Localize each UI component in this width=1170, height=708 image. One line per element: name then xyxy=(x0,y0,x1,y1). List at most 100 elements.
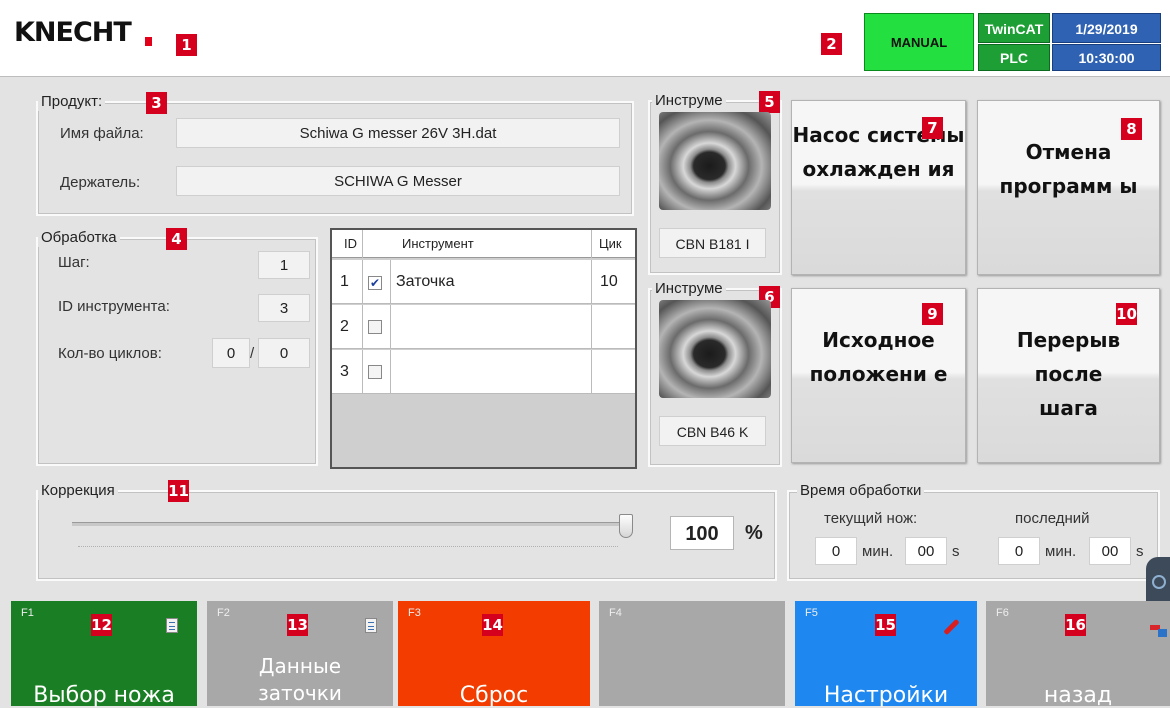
tool2-title: Инструме xyxy=(652,280,726,298)
col-header-cycles: Цик xyxy=(599,236,622,251)
tool1-label: CBN B181 I xyxy=(659,228,766,258)
col-divider xyxy=(390,350,391,394)
row-id: 3 xyxy=(340,363,349,380)
marker-9: 9 xyxy=(922,303,943,325)
marker-8: 8 xyxy=(1121,118,1142,140)
f2-number: F2 xyxy=(217,607,230,619)
col-divider xyxy=(591,260,592,304)
current-knife-label: текущий нож: xyxy=(824,510,918,527)
row-checkbox[interactable] xyxy=(368,365,382,379)
product-title: Продукт: xyxy=(38,93,106,111)
tool-id-field[interactable]: 3 xyxy=(258,294,310,322)
tool2-image xyxy=(659,300,771,398)
marker-12: 12 xyxy=(91,614,112,636)
wrench-icon xyxy=(943,618,960,636)
plc-status: PLC xyxy=(978,44,1050,71)
correction-unit: % xyxy=(745,522,763,544)
step-label: Шаг: xyxy=(58,254,90,271)
side-tab-glyph xyxy=(1152,575,1166,589)
f6-label: назад xyxy=(1043,683,1113,708)
cycles-label: Кол-во циклов: xyxy=(58,345,162,362)
col-divider xyxy=(362,350,363,394)
f2-label: Данные заточки xyxy=(258,654,342,705)
back-arrow-base xyxy=(1158,629,1167,637)
f3-label: Сброс xyxy=(459,683,529,708)
process-time-group xyxy=(787,490,1160,581)
current-min-field: 0 xyxy=(815,537,857,565)
col-divider xyxy=(591,230,592,258)
f4-number: F4 xyxy=(609,607,622,619)
col-divider xyxy=(362,230,363,258)
marker-7: 7 xyxy=(922,117,943,139)
row-checkbox-checked[interactable]: ✔ xyxy=(368,276,382,290)
marker-2: 2 xyxy=(821,33,842,55)
f5-number: F5 xyxy=(805,607,818,619)
f6-number: F6 xyxy=(996,607,1009,619)
marker-16: 16 xyxy=(1065,614,1086,636)
col-header-tool: Инструмент xyxy=(402,236,474,251)
twincat-status: TwinCAT xyxy=(978,13,1050,43)
correction-value[interactable]: 100 xyxy=(670,516,734,550)
tool2-label: CBN B46 K xyxy=(659,416,766,446)
back-arrow-icon xyxy=(1148,619,1168,637)
correction-slider-track[interactable] xyxy=(72,522,628,526)
tool-table: ID Инструмент Цик 1 ✔ Заточка 10 2 3 xyxy=(330,228,637,469)
marker-1: 1 xyxy=(176,34,197,56)
marker-11: 11 xyxy=(168,480,189,502)
table-row[interactable]: 3 xyxy=(332,350,635,394)
last-label: последний xyxy=(1015,510,1090,527)
pause-after-step-label: Перерыв после шага xyxy=(1016,328,1121,420)
correction-group xyxy=(36,490,777,581)
home-position-label: Исходное положени е xyxy=(809,328,948,386)
row-cycles: 10 xyxy=(600,273,618,290)
holder-label: Держатель: xyxy=(60,174,141,191)
current-sec-field: 00 xyxy=(905,537,947,565)
marker-14: 14 xyxy=(482,614,503,636)
col-header-id: ID xyxy=(344,236,357,251)
file-label: Имя файла: xyxy=(60,125,144,142)
f5-label: Настройки xyxy=(823,683,949,708)
col-divider xyxy=(362,260,363,304)
last-sec-field: 00 xyxy=(1089,537,1131,565)
file-field[interactable]: Schiwa G messer 26V 3H.dat xyxy=(176,118,620,148)
marker-13: 13 xyxy=(287,614,308,636)
cycles-total-field[interactable]: 0 xyxy=(258,338,310,368)
marker-4: 4 xyxy=(166,228,187,250)
table-row[interactable]: 1 ✔ Заточка 10 xyxy=(332,260,635,304)
document-icon xyxy=(365,618,377,633)
row-id: 2 xyxy=(340,318,349,335)
step-field[interactable]: 1 xyxy=(258,251,310,279)
row-id: 1 xyxy=(340,273,349,290)
last-min-unit: мин. xyxy=(1045,543,1077,560)
tool1-title: Инструме xyxy=(652,92,726,110)
col-divider xyxy=(390,305,391,349)
f4-button[interactable]: F4 xyxy=(599,601,785,706)
holder-field[interactable]: SCHIWA G Messer xyxy=(176,166,620,196)
current-sec-unit: s xyxy=(952,543,960,560)
row-tool-name: Заточка xyxy=(396,273,455,290)
cycles-current-field[interactable]: 0 xyxy=(212,338,250,368)
time-display: 10:30:00 xyxy=(1052,44,1161,71)
last-sec-unit: s xyxy=(1136,543,1144,560)
document-icon xyxy=(166,618,178,633)
slider-ticks xyxy=(78,546,618,547)
cancel-program-label: Отмена программ ы xyxy=(999,140,1138,198)
table-row[interactable]: 2 xyxy=(332,305,635,349)
correction-slider-thumb[interactable] xyxy=(619,514,633,538)
tool-id-label: ID инструмента: xyxy=(58,298,170,315)
cycles-separator: / xyxy=(250,345,255,362)
f1-number: F1 xyxy=(21,607,34,619)
logo-red-mark xyxy=(145,37,152,46)
f3-number: F3 xyxy=(408,607,421,619)
row-checkbox[interactable] xyxy=(368,320,382,334)
tool-table-header: ID Инструмент Цик xyxy=(332,230,635,258)
f1-label: Выбор ножа xyxy=(33,683,175,708)
mode-indicator[interactable]: MANUAL xyxy=(864,13,974,71)
processing-title: Обработка xyxy=(38,229,120,247)
marker-15: 15 xyxy=(875,614,896,636)
knecht-logo: KNECHT xyxy=(14,17,132,48)
marker-10: 10 xyxy=(1116,303,1137,325)
marker-5: 5 xyxy=(759,91,780,113)
col-divider xyxy=(591,350,592,394)
current-min-unit: мин. xyxy=(862,543,894,560)
